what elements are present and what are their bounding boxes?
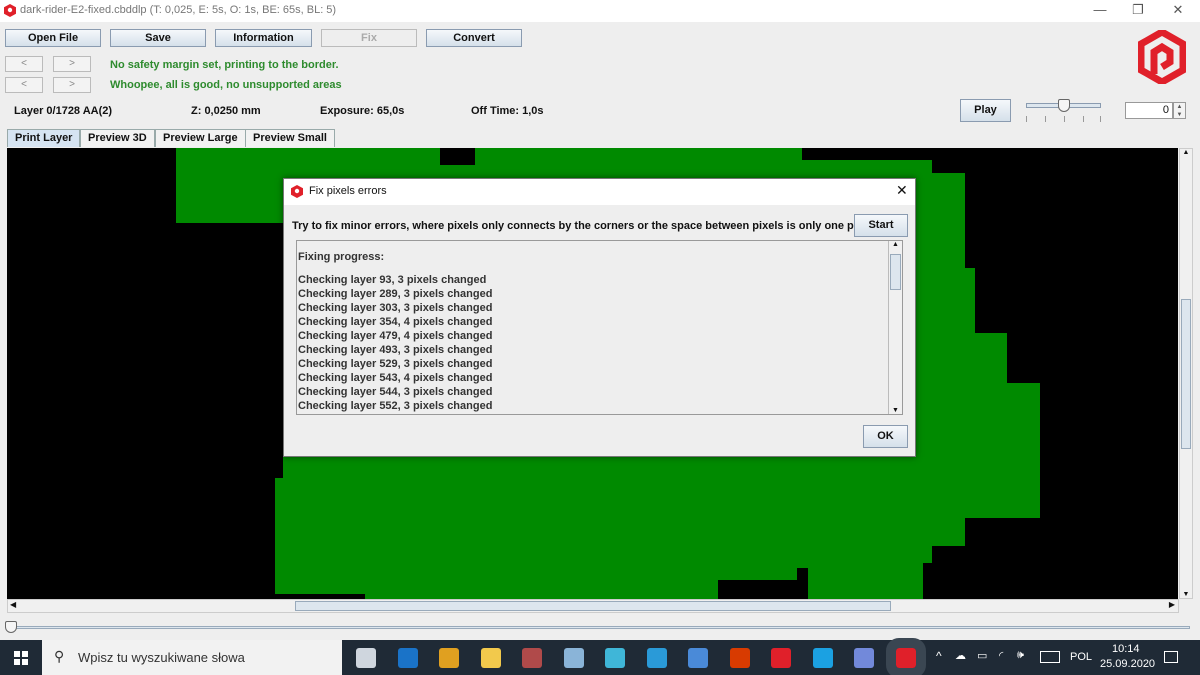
layer-slider[interactable] [5,621,1190,633]
layer-slider-thumb[interactable] [5,621,17,633]
maximize-button[interactable]: ❐ [1118,0,1158,22]
wifi-icon[interactable]: ◜ [999,649,1003,662]
title-bar: dark-rider-E2-fixed.cbddlp (T: 0,025, E:… [0,0,1200,22]
dialog-title: Fix pixels errors [309,185,387,197]
windows-start-icon[interactable] [14,651,28,665]
log-lines: Checking layer 93, 3 pixels changed Check… [297,273,902,413]
tab-preview-small[interactable]: Preview Small [245,129,335,147]
horizontal-scrollbar[interactable]: ◀ ▶ [7,599,1179,613]
log-line: Checking layer 303, 3 pixels changed [298,302,493,314]
tray-chevron-icon[interactable]: ^ [936,649,942,663]
chrome-icon[interactable] [439,648,459,668]
office-icon[interactable] [729,648,750,668]
battery-icon[interactable]: ▭ [977,649,987,662]
speed-slider[interactable] [1026,99,1101,112]
file-explorer-icon[interactable] [480,648,501,668]
window-title: dark-rider-E2-fixed.cbddlp (T: 0,025, E:… [20,4,337,16]
log-line: Checking layer 354, 4 pixels changed [298,316,493,328]
log-line: Checking layer 543, 4 pixels changed [298,372,493,384]
ok-button[interactable]: OK [863,425,908,448]
fix-pixels-dialog: Fix pixels errors ✕ Try to fix minor err… [283,178,916,457]
off-time-info: Off Time: 1,0s [471,105,544,117]
gem-app-icon[interactable] [522,648,542,668]
slider-ticks [1026,116,1101,122]
app-logo-icon [4,4,16,17]
clock-time[interactable]: 10:14 [1112,643,1140,655]
vertical-scrollbar[interactable]: ▲ ▼ [1179,148,1193,599]
notifications-icon[interactable] [1164,651,1178,663]
window-app-icon[interactable] [688,648,708,668]
margin-prev-button[interactable]: < [5,56,43,72]
log-line: Checking layer 93, 3 pixels changed [298,274,487,286]
log-scroll-up-icon[interactable]: ▲ [889,241,902,248]
chitubox-icon[interactable] [771,648,791,668]
log-line: Checking layer 479, 4 pixels changed [298,330,493,342]
taskbar: ⚲ Wpisz tu wyszukiwane słowa ^ ☁ ▭ ◜ 🕪 P… [0,638,1200,675]
dialog-title-bar: Fix pixels errors ✕ [284,179,915,205]
paint-app-icon[interactable] [563,648,584,668]
volume-icon[interactable]: 🕪 [1017,649,1024,662]
scroll-right-icon[interactable]: ▶ [1169,600,1175,609]
tab-print-layer[interactable]: Print Layer [7,129,81,147]
unsupported-next-button[interactable]: > [53,77,91,93]
clock-date[interactable]: 25.09.2020 [1100,658,1155,670]
keyboard-icon[interactable] [1040,651,1060,663]
search-placeholder: Wpisz tu wyszukiwane słowa [78,650,245,665]
discord-icon[interactable] [854,648,874,668]
log-scroll-thumb[interactable] [890,254,901,290]
save-button[interactable]: Save [110,29,206,47]
progress-header: Fixing progress: [298,251,385,263]
information-button[interactable]: Information [215,29,312,47]
unsupported-prev-button[interactable]: < [5,77,43,93]
log-line: Checking layer 529, 3 pixels changed [298,358,493,370]
play-button[interactable]: Play [960,99,1011,122]
log-scrollbar[interactable]: ▲ ▼ [888,241,902,414]
tab-preview-3d[interactable]: Preview 3D [80,129,155,147]
exposure-info: Exposure: 65,0s [320,105,405,117]
convert-button[interactable]: Convert [426,29,522,47]
fix-button[interactable]: Fix [321,29,417,47]
log-line: Checking layer 493, 3 pixels changed [298,344,493,356]
progress-log[interactable]: Fixing progress: Checking layer 93, 3 pi… [296,240,903,415]
tab-preview-large[interactable]: Preview Large [155,129,246,147]
minimize-button[interactable]: — [1080,0,1120,22]
close-button[interactable]: ✕ [1158,0,1198,22]
c-app-icon[interactable] [812,648,833,668]
horizontal-scroll-thumb[interactable] [295,601,891,611]
chitubox-active-icon[interactable] [885,638,926,675]
supports-message: Whoopee, all is good, no unsupported are… [110,79,342,91]
outlook-icon[interactable] [397,648,418,668]
spinner-arrows[interactable]: ▲ ▼ [1173,102,1186,119]
chitubox-logo [1138,30,1186,84]
layer-spinner-input[interactable]: 0 [1125,102,1173,119]
margin-next-button[interactable]: > [53,56,91,72]
log-line: Checking layer 552, 3 pixels changed [298,400,493,412]
log-line: Checking layer 289, 3 pixels changed [298,288,493,300]
scroll-up-icon[interactable]: ▲ [1180,149,1192,156]
open-file-button[interactable]: Open File [5,29,101,47]
layer-info: Layer 0/1728 AA(2) [14,105,113,117]
n-app-icon[interactable] [646,648,667,668]
language-indicator[interactable]: POL [1070,651,1092,663]
scroll-down-icon[interactable]: ▼ [1180,591,1192,598]
search-icon: ⚲ [54,648,65,664]
vertical-scroll-thumb[interactable] [1181,299,1191,449]
dialog-app-icon [291,185,303,198]
log-scroll-down-icon[interactable]: ▼ [889,407,902,414]
dialog-description: Try to fix minor errors, where pixels on… [292,220,876,232]
log-line: Checking layer 544, 3 pixels changed [298,386,493,398]
onedrive-icon[interactable]: ☁ [955,649,966,662]
margin-message: No safety margin set, printing to the bo… [110,59,339,71]
taskbar-search-box[interactable]: ⚲ Wpisz tu wyszukiwane słowa [42,640,342,675]
wave-app-icon[interactable] [605,648,625,668]
dialog-close-button[interactable]: ✕ [896,182,908,199]
start-button[interactable]: Start [854,214,908,237]
task-view-icon[interactable] [356,648,376,668]
slider-thumb[interactable] [1058,99,1070,112]
z-info: Z: 0,0250 mm [191,105,261,117]
scroll-left-icon[interactable]: ◀ [10,600,16,609]
